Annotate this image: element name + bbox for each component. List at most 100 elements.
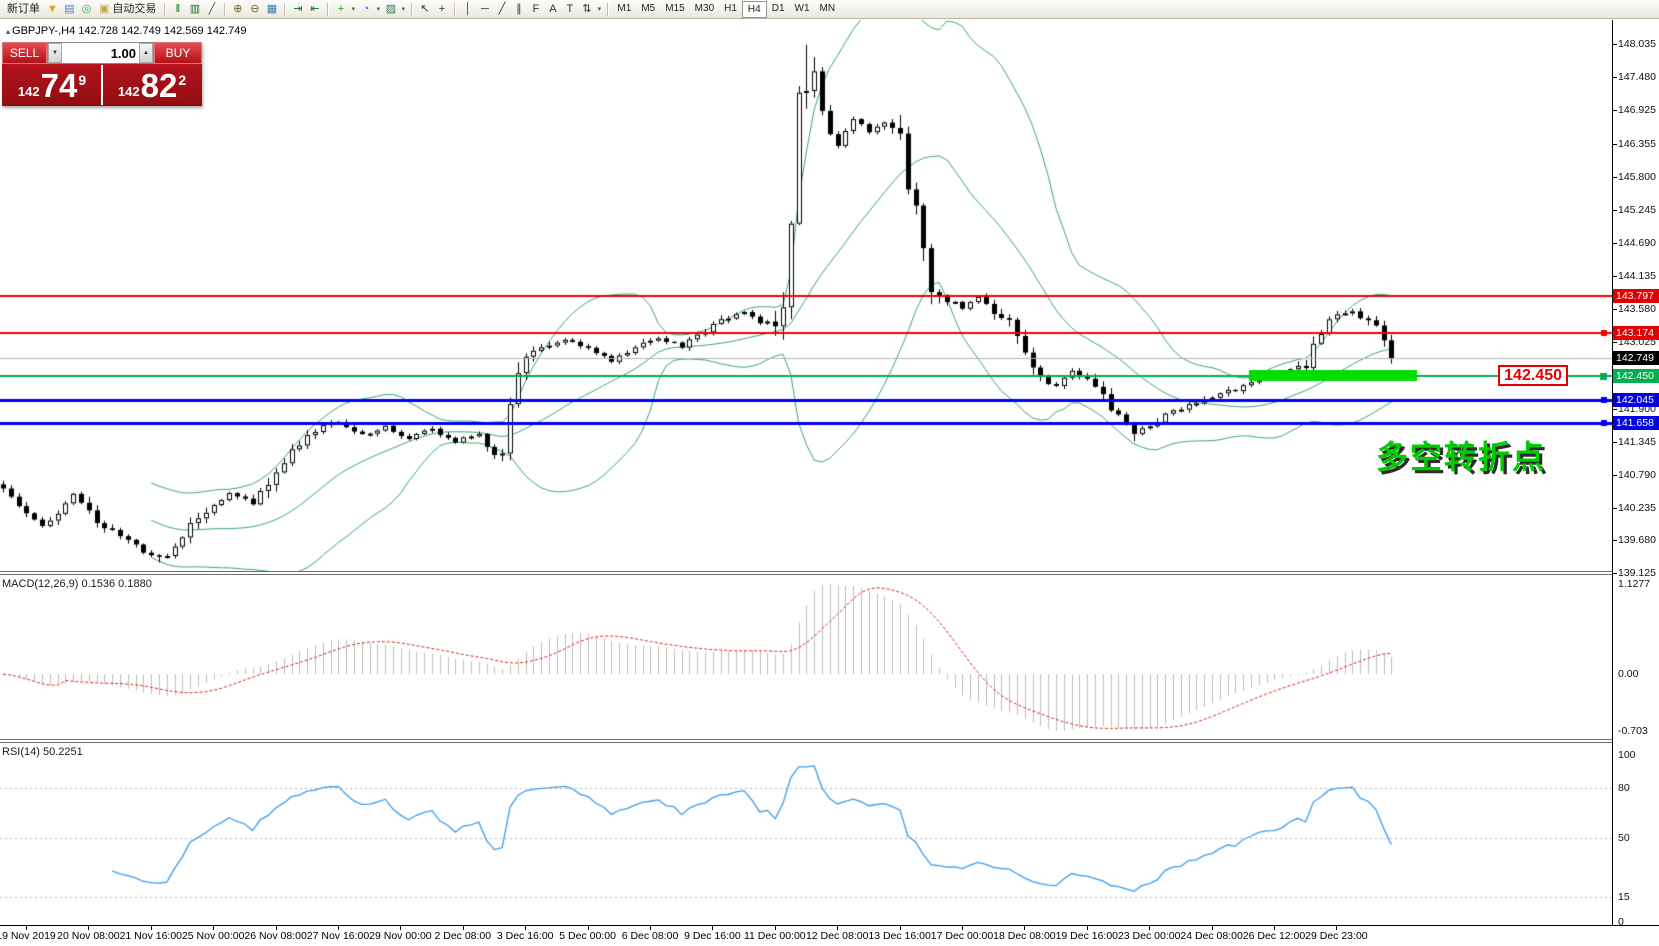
price-tick-mark bbox=[1613, 144, 1617, 145]
time-tick-mark bbox=[837, 926, 838, 930]
timeframe-H1[interactable]: H1 bbox=[719, 1, 742, 17]
bar-chart-icon[interactable]: ‖ bbox=[169, 1, 186, 17]
time-tick-mark bbox=[1024, 926, 1025, 930]
time-axis-label: 19 Nov 2019 bbox=[0, 930, 56, 942]
timeframe-MN[interactable]: MN bbox=[815, 1, 841, 17]
time-tick-mark bbox=[213, 926, 214, 930]
time-tick-mark bbox=[1149, 926, 1150, 930]
toolbar-separator bbox=[327, 3, 328, 16]
price-tag: 143.174 bbox=[1613, 326, 1659, 340]
time-tick-mark bbox=[1274, 926, 1275, 930]
history-center-icon[interactable]: ▼ bbox=[44, 1, 61, 17]
ask-price[interactable]: 142 82 2 bbox=[102, 64, 202, 106]
time-tick-mark bbox=[463, 926, 464, 930]
bid-price[interactable]: 142 74 9 bbox=[2, 64, 102, 106]
time-axis-label: 26 Nov 08:00 bbox=[244, 930, 306, 942]
time-axis-label: 21 Nov 16:00 bbox=[120, 930, 182, 942]
periods-icon[interactable]: ◔ bbox=[357, 1, 374, 17]
price-tick-mark bbox=[1613, 409, 1617, 410]
time-tick-mark bbox=[1087, 926, 1088, 930]
new-order-button[interactable]: 新订单 bbox=[3, 1, 44, 18]
main-chart-canvas[interactable] bbox=[0, 20, 1613, 571]
turning-point-annotation[interactable]: 多空转折点 bbox=[1376, 432, 1546, 478]
vertical-line-icon[interactable]: │ bbox=[459, 1, 476, 17]
time-tick-mark bbox=[1212, 926, 1213, 930]
price-tick-label: 139.680 bbox=[1618, 534, 1656, 546]
dropdown-caret-icon[interactable]: ▾ bbox=[374, 5, 382, 13]
dropdown-caret-icon[interactable]: ▾ bbox=[349, 5, 357, 13]
price-tick-mark bbox=[1613, 342, 1617, 343]
macd-pane-canvas[interactable] bbox=[0, 576, 1613, 739]
text-label-icon[interactable]: T bbox=[561, 1, 578, 17]
profile-icon[interactable]: ▤ bbox=[61, 1, 78, 17]
toolbar-separator bbox=[284, 3, 285, 16]
toolbar: 新订单▼▤◎▣自动交易‖▥╱⊕⊖▦⇥⇤+▾◔▾▨▾↖+│─╱∥FAT⇅▾M1M5… bbox=[0, 0, 1659, 19]
rsi-pane-canvas[interactable] bbox=[0, 743, 1613, 925]
time-axis-label: 26 Dec 12:00 bbox=[1243, 930, 1305, 942]
sell-button[interactable]: SELL bbox=[2, 42, 47, 64]
autotrading-icon: ▣ bbox=[99, 1, 109, 18]
timeframe-M1[interactable]: M1 bbox=[612, 1, 636, 17]
buy-button[interactable]: BUY bbox=[154, 42, 202, 64]
autotrading-button[interactable]: ▣自动交易 bbox=[95, 1, 160, 18]
auto-scroll-icon[interactable]: ⇥ bbox=[289, 1, 306, 17]
dropdown-caret-icon[interactable]: ▾ bbox=[399, 5, 407, 13]
price-tick-label: 146.925 bbox=[1618, 104, 1656, 116]
fibonacci-icon[interactable]: F bbox=[527, 1, 544, 17]
pane-separator[interactable] bbox=[0, 571, 1613, 575]
time-axis-label: 17 Dec 00:00 bbox=[931, 930, 993, 942]
time-tick-mark bbox=[712, 926, 713, 930]
timeframe-M30[interactable]: M30 bbox=[690, 1, 719, 17]
line-chart-icon[interactable]: ╱ bbox=[203, 1, 220, 17]
time-axis-label: 13 Dec 16:00 bbox=[868, 930, 930, 942]
tile-windows-icon[interactable]: ▦ bbox=[263, 1, 280, 17]
volume-increase-button[interactable]: ▲ bbox=[139, 43, 153, 63]
price-tag: 142.450 bbox=[1613, 369, 1659, 383]
indicators-icon[interactable]: + bbox=[332, 1, 349, 17]
time-tick-mark bbox=[151, 926, 152, 930]
zoom-in-icon[interactable]: ⊕ bbox=[229, 1, 246, 17]
price-tick-label: 144.690 bbox=[1618, 237, 1656, 249]
equidistant-channel-icon[interactable]: ∥ bbox=[510, 1, 527, 17]
timeframe-M15[interactable]: M15 bbox=[660, 1, 689, 17]
rsi-tick-label: 80 bbox=[1618, 782, 1630, 794]
price-tick-mark bbox=[1613, 573, 1617, 574]
time-tick-mark bbox=[26, 926, 27, 930]
time-axis-label: 25 Nov 00:00 bbox=[182, 930, 244, 942]
zoom-out-icon[interactable]: ⊖ bbox=[246, 1, 263, 17]
time-tick-mark bbox=[276, 926, 277, 930]
notifications-icon[interactable]: ◎ bbox=[78, 1, 95, 17]
chart-symbol-icon: ▴ bbox=[6, 27, 10, 36]
rsi-tick-label: 50 bbox=[1618, 832, 1630, 844]
price-tick-mark bbox=[1613, 276, 1617, 277]
volume-decrease-button[interactable]: ▼ bbox=[48, 43, 62, 63]
toolbar-separator bbox=[164, 3, 165, 16]
timeframe-W1[interactable]: W1 bbox=[790, 1, 815, 17]
candlestick-chart-icon[interactable]: ▥ bbox=[186, 1, 203, 17]
timeframe-D1[interactable]: D1 bbox=[767, 1, 790, 17]
bid-price-pip: 9 bbox=[78, 72, 86, 88]
price-tag: 142.749 bbox=[1613, 351, 1659, 365]
price-tag: 143.797 bbox=[1613, 289, 1659, 303]
price-axis-line bbox=[1612, 20, 1613, 925]
crosshair-icon[interactable]: + bbox=[433, 1, 450, 17]
pane-separator[interactable] bbox=[0, 739, 1613, 743]
arrows-icon[interactable]: ⇅ bbox=[578, 1, 595, 17]
level-price-box-annotation[interactable]: 142.450 bbox=[1498, 365, 1568, 386]
templates-icon[interactable]: ▨ bbox=[382, 1, 399, 17]
volume-input[interactable] bbox=[62, 43, 139, 63]
timeframe-H4[interactable]: H4 bbox=[742, 1, 767, 18]
price-tick-mark bbox=[1613, 309, 1617, 310]
time-axis-label: 3 Dec 16:00 bbox=[497, 930, 554, 942]
time-axis-label: 11 Dec 00:00 bbox=[744, 930, 806, 942]
macd-max-label: 1.1277 bbox=[1618, 578, 1650, 590]
time-axis-label: 29 Dec 23:00 bbox=[1305, 930, 1367, 942]
timeframe-M5[interactable]: M5 bbox=[636, 1, 660, 17]
horizontal-line-icon[interactable]: ─ bbox=[476, 1, 493, 17]
dropdown-caret-icon[interactable]: ▾ bbox=[595, 5, 603, 13]
time-axis-label: 2 Dec 08:00 bbox=[434, 930, 491, 942]
text-icon[interactable]: A bbox=[544, 1, 561, 17]
trendline-icon[interactable]: ╱ bbox=[493, 1, 510, 17]
cursor-icon[interactable]: ↖ bbox=[416, 1, 433, 17]
chart-shift-icon[interactable]: ⇤ bbox=[306, 1, 323, 17]
